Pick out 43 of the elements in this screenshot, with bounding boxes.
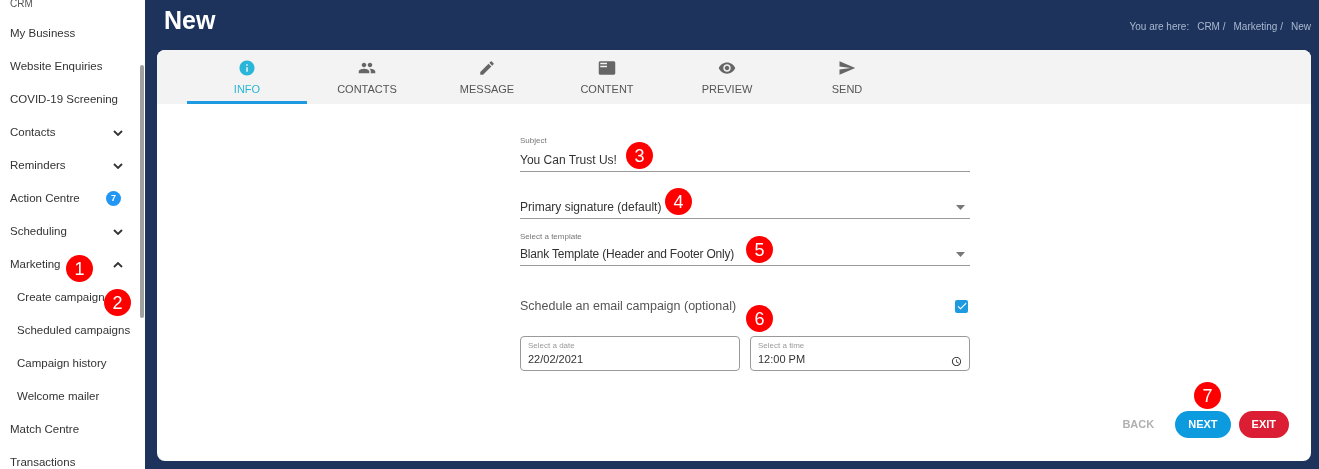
sidebar-item[interactable]: Action Centre xyxy=(10,189,80,208)
clock-icon xyxy=(951,355,962,367)
sidebar-subitem[interactable]: Scheduled campaigns xyxy=(17,321,131,340)
tab-icon xyxy=(238,59,256,77)
tab-icon xyxy=(598,59,616,77)
sidebar-item[interactable]: COVID-19 Screening xyxy=(10,90,119,109)
schedule-checkbox[interactable] xyxy=(955,299,968,313)
breadcrumb-link[interactable]: New xyxy=(1291,19,1311,34)
tab-icon xyxy=(478,59,496,77)
sidebar-item[interactable]: Scheduling xyxy=(10,222,67,241)
field-label: Select a template xyxy=(520,231,583,243)
sidebar-item[interactable]: Transactions xyxy=(10,453,76,469)
sidebar-item[interactable]: CRM xyxy=(0,0,140,8)
exit-button[interactable]: EXIT xyxy=(1238,411,1289,438)
field-label: Subject xyxy=(520,135,548,147)
page-title: New xyxy=(164,5,216,36)
tab[interactable]: MESSAGE xyxy=(427,50,547,104)
sidebar-item[interactable]: Website Enquiries xyxy=(10,57,103,76)
tab-icon xyxy=(718,59,736,77)
breadcrumb-link[interactable]: Marketing / xyxy=(1233,19,1283,34)
sidebar-subitem[interactable]: Campaign history xyxy=(17,354,107,373)
count-badge: 7 xyxy=(106,191,121,206)
sidebar-item[interactable]: Match Centre xyxy=(10,420,80,439)
tab-icon xyxy=(838,59,856,77)
tab[interactable]: CONTACTS xyxy=(307,50,427,104)
breadcrumb-label: You are here: xyxy=(1129,20,1190,34)
sidebar-subitem[interactable]: Welcome mailer xyxy=(17,387,100,406)
date-field[interactable]: Select a date 22/02/2021 xyxy=(520,335,740,371)
tab[interactable]: PREVIEW xyxy=(667,50,787,104)
field-value: You Can Trust Us! xyxy=(520,152,617,169)
field-value: Blank Template (Header and Footer Only) xyxy=(520,246,735,263)
sidebar-item[interactable]: Reminders xyxy=(10,156,66,175)
sidebar-item[interactable]: Marketing xyxy=(10,255,61,274)
dropdown-arrow-icon xyxy=(956,251,965,257)
time-field[interactable]: Select a time 12:00 PM xyxy=(750,335,970,371)
sidebar-item[interactable]: My Business xyxy=(10,24,76,43)
breadcrumb-link[interactable]: CRM / xyxy=(1197,19,1226,34)
checkbox-label: Schedule an email campaign (optional) xyxy=(520,298,737,315)
tab[interactable]: SEND xyxy=(787,50,907,104)
tab[interactable]: CONTENT xyxy=(547,50,667,104)
sidebar-item[interactable]: Contacts xyxy=(10,123,56,142)
sidebar-subitem[interactable]: Create campaign xyxy=(17,288,105,307)
dropdown-arrow-icon xyxy=(956,204,965,210)
